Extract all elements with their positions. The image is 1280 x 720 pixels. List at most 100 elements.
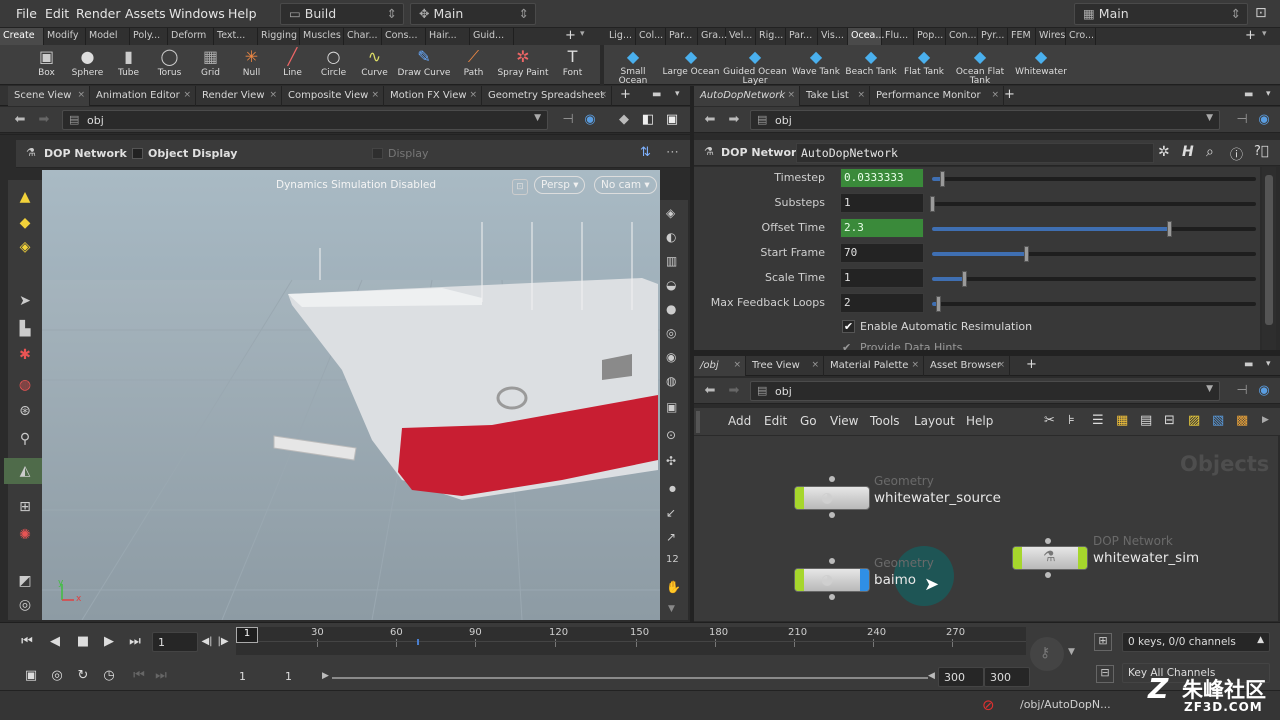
panel-menu-icon[interactable]: ▬	[652, 89, 661, 100]
snapshot-icon[interactable]: ◍	[666, 374, 676, 388]
play-icon[interactable]: ▶	[98, 631, 120, 653]
display-flag[interactable]	[1013, 547, 1022, 569]
help-h-icon[interactable]: H	[1182, 144, 1194, 160]
close-icon[interactable]: ×	[911, 360, 919, 370]
camera-tool-icon[interactable]: ⊞	[4, 494, 46, 520]
close-icon[interactable]: ×	[787, 90, 795, 100]
param-slider[interactable]	[930, 196, 1256, 212]
tab-take-list[interactable]: Take List ×	[800, 86, 870, 106]
shelf-tab[interactable]: Gra...	[698, 28, 727, 45]
color-grid-icon[interactable]: ▦	[1116, 413, 1128, 428]
tab-material-palette[interactable]: Material Palette ×	[824, 356, 924, 376]
slider-knob[interactable]	[936, 296, 942, 312]
chevron-down-icon[interactable]: ▼	[1068, 647, 1075, 657]
jump-end-icon[interactable]: ⏭	[124, 631, 146, 653]
network-menu-help[interactable]: Help	[966, 414, 993, 428]
render-icon[interactable]: ▣	[664, 112, 680, 128]
shelf-tab[interactable]: Col...	[636, 28, 666, 45]
tab-performance-monitor[interactable]: Performance Monitor ×	[870, 86, 1004, 106]
note-icon[interactable]: ▨	[1188, 413, 1200, 428]
param-path-field[interactable]: ▤ obj ▼	[750, 110, 1220, 130]
flipbook-icon[interactable]: ▣	[666, 400, 677, 414]
options-icon[interactable]: ⋯	[666, 145, 679, 160]
keys-channels-field[interactable]: 0 keys, 0/0 channels ▲	[1122, 632, 1270, 652]
list-icon[interactable]: ☰	[1092, 413, 1104, 428]
shelf-tab[interactable]: Lig...	[606, 28, 636, 45]
rotate-tool-icon[interactable]: ◈	[4, 234, 46, 260]
menu-edit[interactable]: Edit	[45, 6, 69, 21]
forward-icon[interactable]: ➡	[726, 383, 742, 399]
param-value-field[interactable]: 1	[840, 268, 924, 288]
jump-start-icon[interactable]: ⏮	[16, 631, 38, 653]
pointer-icon[interactable]: ➤	[4, 288, 46, 314]
chevron-down-icon[interactable]: ▾	[1266, 89, 1271, 99]
forward-icon[interactable]: ➡	[726, 112, 742, 128]
node-name-field[interactable]: AutoDopNetwork	[796, 143, 1154, 163]
display-checkbox[interactable]	[372, 148, 383, 159]
range-slider[interactable]	[332, 677, 928, 679]
layout-icon[interactable]: ⇅	[640, 145, 651, 160]
param-value-field[interactable]: 2.3	[840, 218, 924, 238]
back-icon[interactable]: ⬅	[12, 112, 28, 128]
shelf-tool-small-ocean[interactable]: ◆ Small Ocean	[606, 47, 660, 86]
close-icon[interactable]: ×	[991, 90, 999, 100]
tab-geometry-spreadsheet[interactable]: Geometry Spreadsheet ×	[482, 86, 612, 106]
maximize-icon[interactable]: ⊡	[1255, 5, 1267, 21]
realtime-icon[interactable]: ▣	[20, 665, 42, 687]
close-icon[interactable]: ×	[183, 90, 191, 100]
close-icon[interactable]: ×	[269, 90, 277, 100]
view-tool-icon[interactable]: ◭	[4, 458, 46, 484]
shelf-tool-line[interactable]: ╱ Line	[272, 47, 313, 85]
shelf-tool-path[interactable]: ⟋ Path	[453, 47, 494, 85]
key-button[interactable]: ⚷	[1030, 637, 1064, 671]
param-slider[interactable]	[932, 171, 1256, 187]
back-icon[interactable]: ⬅	[702, 383, 718, 399]
shelf-tab[interactable]: Deform	[168, 28, 214, 45]
display-flag[interactable]	[795, 487, 804, 509]
menu-windows[interactable]: Windows	[169, 6, 225, 21]
render-view-icon[interactable]: ⊙	[666, 428, 676, 442]
param-value-field[interactable]: 0.0333333	[840, 168, 924, 188]
shelf-tab[interactable]: Char...	[344, 28, 382, 45]
prev-key-icon[interactable]: ⏮	[128, 665, 150, 687]
slider-knob[interactable]	[930, 196, 935, 212]
figure-tool-icon[interactable]: ⚲	[4, 426, 46, 452]
slider-knob[interactable]	[1023, 246, 1029, 262]
shelf-tool-flat-tank[interactable]: ◆ Flat Tank	[898, 47, 950, 85]
add-tab-icon[interactable]: +	[1026, 357, 1037, 372]
frame-icon[interactable]: ⊟	[1164, 413, 1175, 428]
node-whitewater-sim[interactable]: ⚗	[1012, 546, 1088, 570]
loop-icon[interactable]: ↻	[72, 665, 94, 687]
display-icon[interactable]: ◧	[640, 112, 656, 128]
number-icon[interactable]: 12	[666, 554, 679, 565]
close-icon[interactable]: ×	[371, 90, 379, 100]
shelf-tab[interactable]: Create	[0, 28, 44, 45]
param-slider[interactable]	[932, 246, 1256, 262]
build-desktop-select[interactable]: ▭ Build ⇕	[280, 3, 404, 25]
node-whitewater-source[interactable]: ◕	[794, 486, 870, 510]
network-menu-view[interactable]: View	[830, 414, 858, 428]
ghost-icon[interactable]: ◐	[666, 230, 676, 244]
tab-asset-browser[interactable]: Asset Browser ×	[924, 356, 1010, 376]
node-output-dot[interactable]	[829, 594, 835, 600]
shelf-tool-torus[interactable]: ◯ Torus	[149, 47, 190, 85]
shelf-tool-font[interactable]: T Font	[552, 47, 593, 85]
close-icon[interactable]: ×	[997, 360, 1005, 370]
tab--obj[interactable]: /obj ×	[694, 356, 746, 376]
shade-icon[interactable]: ◒	[666, 278, 676, 292]
sphere-tool-icon[interactable]: ◎	[4, 592, 46, 618]
node-output-dot[interactable]	[829, 512, 835, 518]
param-value-field[interactable]: 2	[840, 293, 924, 313]
camera-lock-icon[interactable]: ⊡	[512, 179, 528, 195]
shelf-tab[interactable]: Pyr...	[978, 28, 1008, 45]
shelf-tool-whitewater[interactable]: ◆ Whitewater	[1010, 47, 1072, 85]
tree-icon[interactable]: ⊧	[1068, 413, 1075, 428]
shelf-tab[interactable]: Ocea...	[848, 28, 884, 45]
node-input-dot[interactable]	[829, 558, 835, 564]
shelf-tool-wave-tank[interactable]: ◆ Wave Tank	[788, 47, 844, 85]
select-tool-icon[interactable]: ▲	[4, 184, 46, 210]
shelf-tool-beach-tank[interactable]: ◆ Beach Tank	[844, 47, 898, 85]
slider-knob[interactable]	[939, 171, 945, 187]
normal-icon[interactable]: ↗	[666, 530, 676, 544]
play-reverse-icon[interactable]: ◀	[44, 631, 66, 653]
